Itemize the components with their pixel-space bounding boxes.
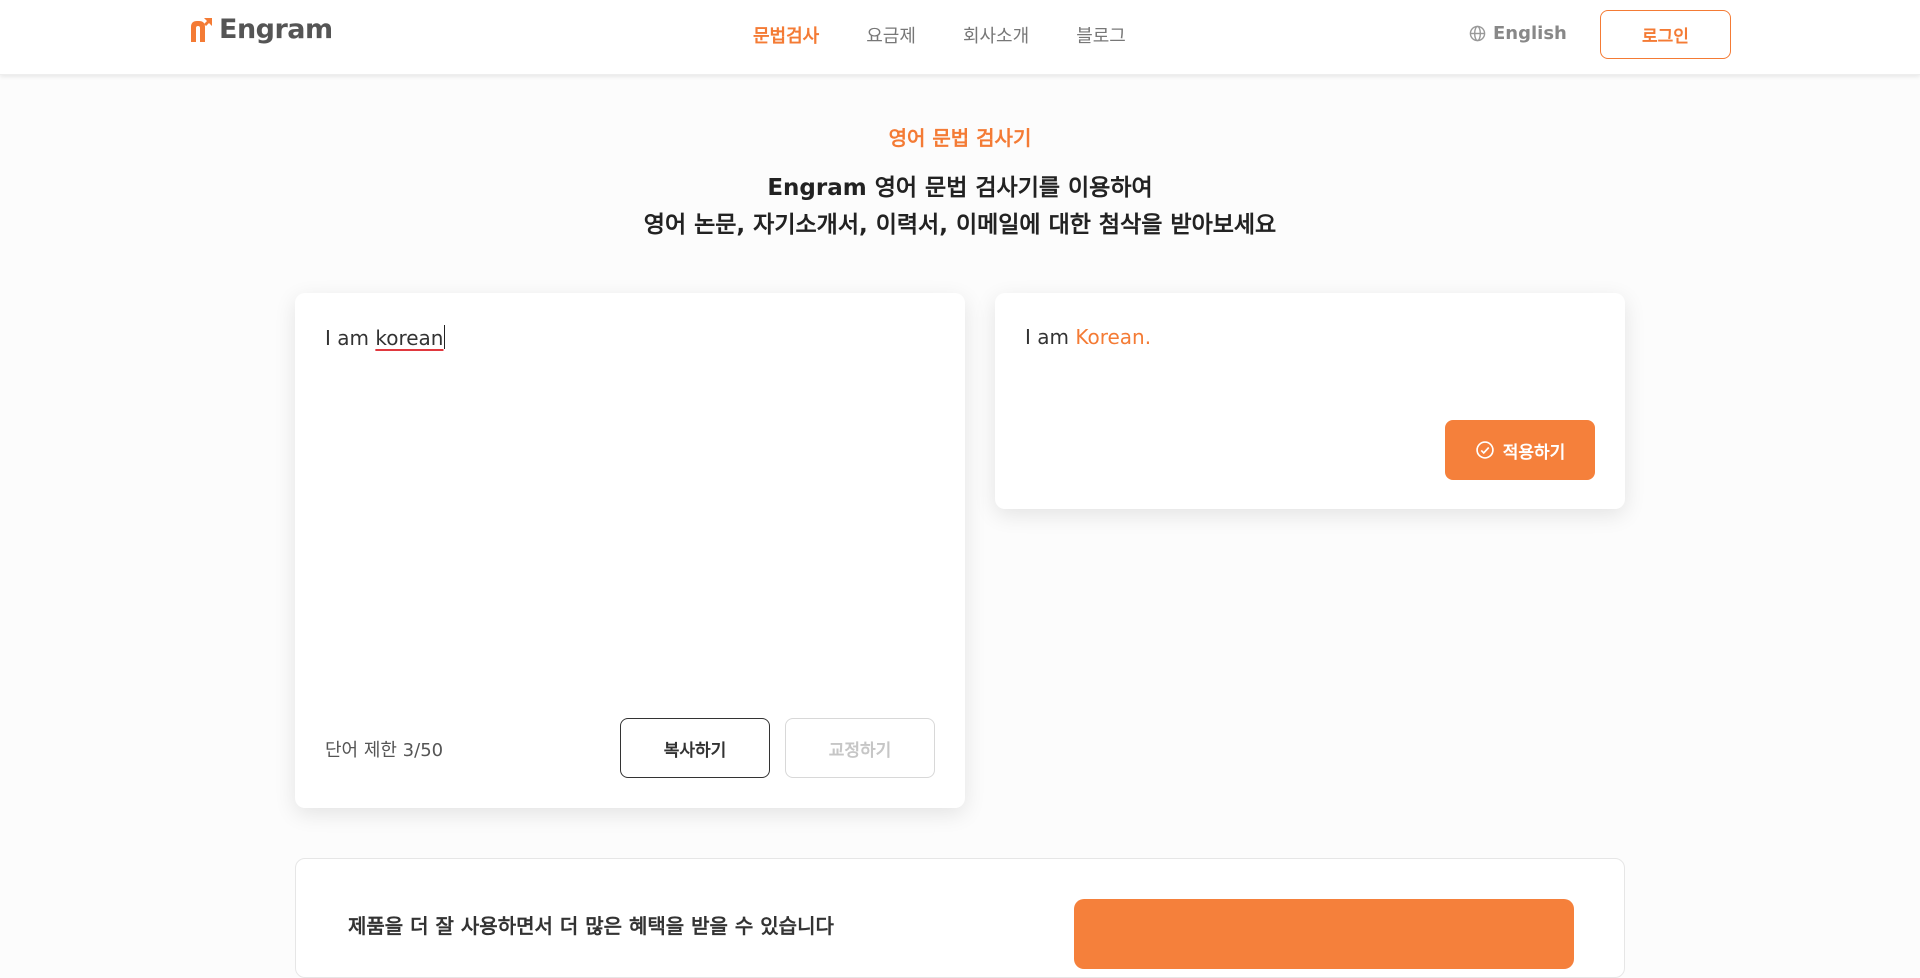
language-selector[interactable]: English	[1469, 23, 1567, 44]
brand-name: Engram	[219, 14, 333, 45]
nav-item-about[interactable]: 회사소개	[963, 22, 1029, 48]
correct-button[interactable]: 교정하기	[785, 718, 935, 778]
brand-logo[interactable]: Engram	[189, 14, 333, 45]
nav-item-grammar-check[interactable]: 문법검사	[753, 22, 819, 48]
corrected-text-plain: I am	[1025, 325, 1076, 349]
login-button[interactable]: 로그인	[1600, 10, 1731, 59]
text-caret	[444, 325, 446, 349]
headline-line-2: 영어 논문, 자기소개서, 이력서, 이메일에 대한 첨삭을 받아보세요	[643, 212, 1277, 238]
top-header: Engram 문법검사 요금제 회사소개 블로그 English 로그인	[0, 0, 1920, 75]
nav-item-pricing[interactable]: 요금제	[866, 22, 916, 48]
promo-text: 제품을 더 잘 사용하면서 더 많은 혜택을 받을 수 있습니다	[348, 914, 834, 938]
engram-logo-icon	[191, 17, 212, 42]
page-headline: Engram 영어 문법 검사기를 이용하여 영어 논문, 자기소개서, 이력서…	[0, 170, 1920, 244]
page-eyebrow: 영어 문법 검사기	[888, 126, 1032, 150]
headline-line-1: Engram 영어 문법 검사기를 이용하여	[767, 175, 1153, 201]
check-circle-icon	[1475, 441, 1494, 459]
editor-text-plain: I am	[325, 326, 376, 350]
copy-button[interactable]: 복사하기	[620, 718, 770, 778]
corrected-text: I am Korean.	[1025, 325, 1151, 349]
globe-icon	[1469, 25, 1486, 42]
apply-button[interactable]: 적용하기	[1445, 420, 1595, 480]
editor-textarea[interactable]: I am korean	[325, 325, 446, 350]
correction-result-card: I am Korean. 적용하기	[995, 293, 1625, 509]
nav-item-blog[interactable]: 블로그	[1076, 22, 1126, 48]
input-editor-card: I am korean 단어 제한 3/50 복사하기 교정하기	[295, 293, 965, 808]
language-label: English	[1493, 23, 1567, 44]
corrected-word: Korean.	[1075, 325, 1152, 349]
word-count: 단어 제한 3/50	[325, 740, 444, 761]
promo-button[interactable]	[1074, 899, 1574, 969]
apply-label: 적용하기	[1502, 442, 1566, 463]
grammar-error-word[interactable]: korean	[375, 326, 443, 350]
promo-banner: 제품을 더 잘 사용하면서 더 많은 혜택을 받을 수 있습니다	[295, 858, 1625, 978]
main-nav: 문법검사 요금제 회사소개 블로그	[753, 22, 1126, 48]
